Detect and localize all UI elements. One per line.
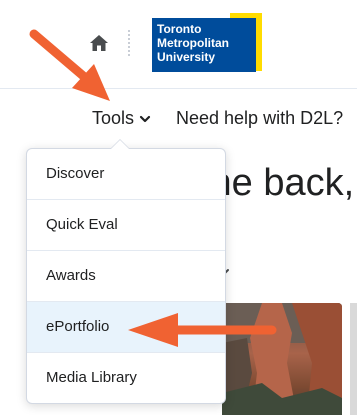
chevron-down-icon: [139, 116, 151, 123]
logo-wordmark: Toronto Metropolitan University: [157, 22, 229, 64]
top-header-bar: Toronto Metropolitan University: [0, 0, 357, 89]
logo-line-1: Toronto: [157, 22, 202, 36]
help-link[interactable]: Need help with D2L?: [176, 107, 343, 129]
header-separator: [128, 30, 130, 56]
dropdown-caret-fill: [111, 140, 129, 149]
logo-line-3: University: [157, 50, 216, 64]
home-icon[interactable]: [89, 33, 109, 53]
course-card-image[interactable]: [222, 303, 342, 415]
menu-item-discover[interactable]: Discover: [27, 149, 225, 200]
logo-line-2: Metropolitan: [157, 36, 229, 50]
menu-item-quick-eval[interactable]: Quick Eval: [27, 200, 225, 251]
tools-dropdown-menu: Discover Quick Eval Awards ePortfolio Me…: [26, 139, 226, 404]
menu-item-media-library[interactable]: Media Library: [27, 353, 225, 403]
university-logo[interactable]: Toronto Metropolitan University: [152, 13, 262, 73]
tools-menu-button[interactable]: Tools: [92, 107, 151, 129]
tools-label: Tools: [92, 108, 135, 128]
menu-item-eportfolio[interactable]: ePortfolio: [27, 302, 225, 353]
menu-item-awards[interactable]: Awards: [27, 251, 225, 302]
course-card-edge: [350, 303, 357, 415]
